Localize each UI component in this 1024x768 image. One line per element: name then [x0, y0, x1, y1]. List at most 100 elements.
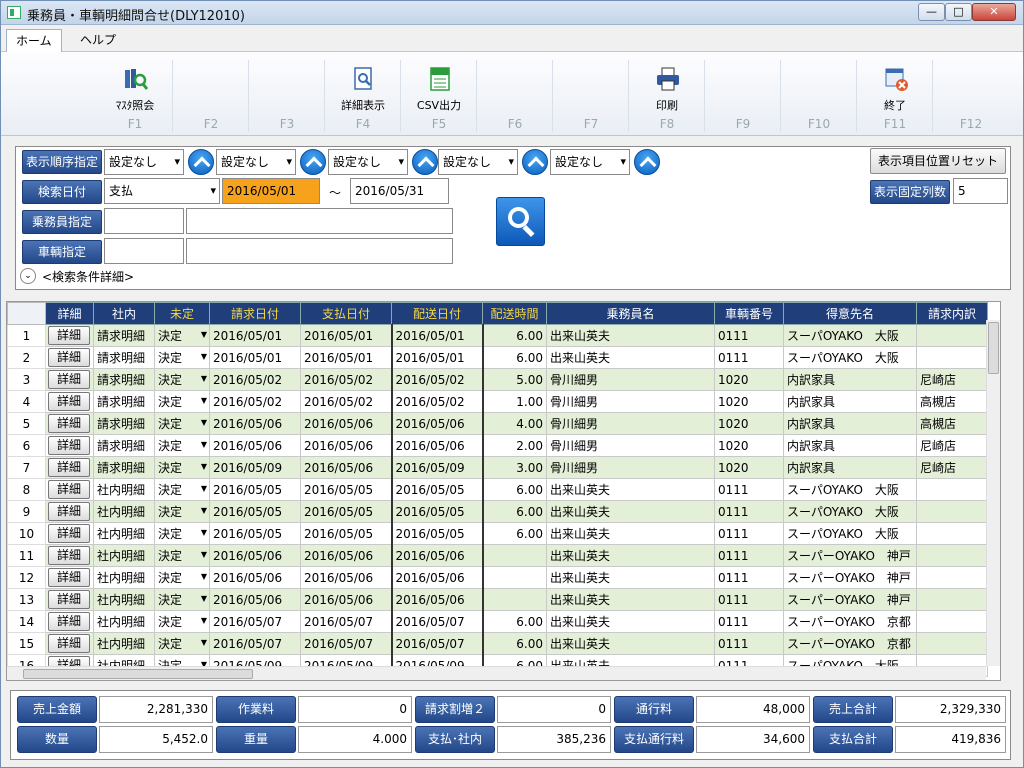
table-row[interactable]: 12詳細社内明細決定2016/05/062016/05/062016/05/06…: [7, 566, 988, 589]
detail-button[interactable]: 詳細: [48, 458, 90, 477]
detail-button[interactable]: 詳細: [48, 546, 90, 565]
f10-button[interactable]: F10: [781, 60, 857, 132]
detail-button[interactable]: 詳細: [48, 612, 90, 631]
detail-button[interactable]: 詳細: [48, 414, 90, 433]
detail-button[interactable]: 詳細: [48, 568, 90, 587]
table-row[interactable]: 14詳細社内明細決定2016/05/072016/05/072016/05/07…: [7, 610, 988, 633]
f6-button[interactable]: F6: [477, 60, 553, 132]
maximize-button[interactable]: □: [945, 3, 972, 21]
f9-button[interactable]: F9: [705, 60, 781, 132]
undecided-cell[interactable]: 決定: [154, 632, 210, 655]
detail-button[interactable]: 詳細: [48, 590, 90, 609]
col-header-customer-name[interactable]: 得意先名: [783, 302, 917, 325]
col-header-undecided[interactable]: 未定: [154, 302, 210, 325]
f7-button[interactable]: F7: [553, 60, 629, 132]
sort-select-1[interactable]: 設定なし: [104, 149, 184, 175]
undecided-cell[interactable]: 決定: [154, 522, 210, 545]
table-row[interactable]: 11詳細社内明細決定2016/05/062016/05/062016/05/06…: [7, 544, 988, 567]
horizontal-scroll-thumb[interactable]: [23, 669, 253, 679]
detail-button[interactable]: 詳細: [48, 370, 90, 389]
invoice-date-cell: 2016/05/09: [209, 456, 301, 479]
undecided-cell[interactable]: 決定: [154, 434, 210, 457]
table-row[interactable]: 2詳細請求明細決定2016/05/012016/05/012016/05/016…: [7, 346, 988, 369]
table-row[interactable]: 8詳細社内明細決定2016/05/052016/05/052016/05/056…: [7, 478, 988, 501]
undecided-cell[interactable]: 決定: [154, 346, 210, 369]
sort-direction-2-icon[interactable]: [300, 149, 326, 175]
sort-select-4[interactable]: 設定なし: [438, 149, 518, 175]
chevron-down-icon[interactable]: ⌄: [20, 268, 36, 284]
f8-print-button[interactable]: 印刷 F8: [629, 60, 705, 132]
f4-detail-button[interactable]: 詳細表示 F4: [325, 60, 401, 132]
f3-button[interactable]: F3: [249, 60, 325, 132]
undecided-cell[interactable]: 決定: [154, 500, 210, 523]
col-header-payment-date[interactable]: 支払日付: [300, 302, 392, 325]
detail-button[interactable]: 詳細: [48, 436, 90, 455]
f11-exit-button[interactable]: 終了 F11: [857, 60, 933, 132]
col-header-internal[interactable]: 社内: [93, 302, 155, 325]
sort-direction-5-icon[interactable]: [634, 149, 660, 175]
undecided-cell[interactable]: 決定: [154, 610, 210, 633]
table-row[interactable]: 15詳細社内明細決定2016/05/072016/05/072016/05/07…: [7, 632, 988, 655]
f5-csv-button[interactable]: CSV出力 F5: [401, 60, 477, 132]
table-row[interactable]: 9詳細社内明細決定2016/05/052016/05/052016/05/056…: [7, 500, 988, 523]
detail-button[interactable]: 詳細: [48, 348, 90, 367]
col-header-invoice-breakdown[interactable]: 請求内訳: [916, 302, 988, 325]
detail-button[interactable]: 詳細: [48, 326, 90, 345]
tab-help[interactable]: ヘルプ: [71, 29, 125, 52]
driver-code-input[interactable]: [104, 208, 184, 234]
table-row[interactable]: 3詳細請求明細決定2016/05/022016/05/022016/05/025…: [7, 368, 988, 391]
table-row[interactable]: 6詳細請求明細決定2016/05/062016/05/062016/05/062…: [7, 434, 988, 457]
minimize-button[interactable]: —: [918, 3, 945, 21]
undecided-cell[interactable]: 決定: [154, 324, 210, 347]
sort-select-5[interactable]: 設定なし: [550, 149, 630, 175]
col-header-driver-name[interactable]: 乗務員名: [546, 302, 715, 325]
f12-button[interactable]: F12: [933, 60, 1009, 132]
undecided-cell[interactable]: 決定: [154, 368, 210, 391]
table-row[interactable]: 5詳細請求明細決定2016/05/062016/05/062016/05/064…: [7, 412, 988, 435]
sort-direction-3-icon[interactable]: [412, 149, 438, 175]
date-type-select[interactable]: 支払: [104, 178, 220, 204]
vertical-scroll-thumb[interactable]: [988, 322, 999, 374]
reset-column-position-button[interactable]: 表示項目位置リセット: [870, 148, 1006, 174]
vertical-scrollbar[interactable]: [986, 320, 1000, 666]
horizontal-scrollbar[interactable]: [7, 666, 986, 680]
undecided-cell[interactable]: 決定: [154, 478, 210, 501]
search-detail-toggle-label[interactable]: <検索条件詳細>: [42, 268, 134, 285]
driver-name-input[interactable]: [186, 208, 453, 234]
detail-button[interactable]: 詳細: [48, 634, 90, 653]
tab-home[interactable]: ホーム: [6, 29, 62, 52]
undecided-cell[interactable]: 決定: [154, 390, 210, 413]
detail-button[interactable]: 詳細: [48, 480, 90, 499]
col-header-vehicle-number[interactable]: 車輌番号: [714, 302, 784, 325]
detail-button[interactable]: 詳細: [48, 524, 90, 543]
undecided-cell[interactable]: 決定: [154, 412, 210, 435]
sort-direction-1-icon[interactable]: [188, 149, 214, 175]
sort-select-2[interactable]: 設定なし: [216, 149, 296, 175]
date-to-input[interactable]: 2016/05/31: [350, 178, 449, 204]
col-header-delivery-date[interactable]: 配送日付: [391, 302, 483, 325]
search-button[interactable]: [496, 197, 545, 246]
col-header-delivery-time[interactable]: 配送時間: [482, 302, 547, 325]
detail-button[interactable]: 詳細: [48, 392, 90, 411]
table-row[interactable]: 7詳細請求明細決定2016/05/092016/05/062016/05/093…: [7, 456, 988, 479]
table-row[interactable]: 4詳細請求明細決定2016/05/022016/05/022016/05/021…: [7, 390, 988, 413]
vehicle-name-input[interactable]: [186, 238, 453, 264]
col-header-invoice-date[interactable]: 請求日付: [209, 302, 301, 325]
fixed-columns-input[interactable]: 5: [953, 178, 1008, 204]
date-from-input[interactable]: 2016/05/01: [222, 178, 320, 204]
undecided-cell[interactable]: 決定: [154, 544, 210, 567]
table-row[interactable]: 13詳細社内明細決定2016/05/062016/05/062016/05/06…: [7, 588, 988, 611]
undecided-cell[interactable]: 決定: [154, 588, 210, 611]
f1-master-lookup-button[interactable]: ﾏｽﾀ照会 F1: [97, 60, 173, 132]
table-row[interactable]: 10詳細社内明細決定2016/05/052016/05/052016/05/05…: [7, 522, 988, 545]
f2-button[interactable]: F2: [173, 60, 249, 132]
vehicle-code-input[interactable]: [104, 238, 184, 264]
sort-direction-4-icon[interactable]: [522, 149, 548, 175]
col-header-detail[interactable]: 詳細: [45, 302, 94, 325]
undecided-cell[interactable]: 決定: [154, 456, 210, 479]
table-row[interactable]: 1詳細請求明細決定2016/05/012016/05/012016/05/016…: [7, 324, 988, 347]
undecided-cell[interactable]: 決定: [154, 566, 210, 589]
detail-button[interactable]: 詳細: [48, 502, 90, 521]
sort-select-3[interactable]: 設定なし: [328, 149, 408, 175]
close-button[interactable]: ✕: [972, 3, 1016, 21]
